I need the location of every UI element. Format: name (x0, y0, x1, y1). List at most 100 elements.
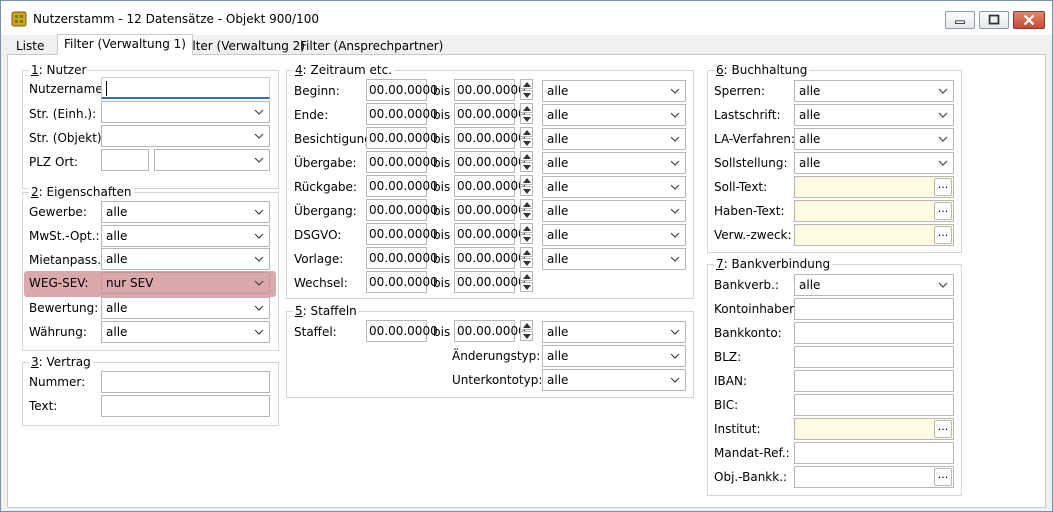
spin-up-button[interactable] (520, 247, 533, 257)
ende-to-date[interactable]: 00.00.0000 (454, 103, 526, 125)
besichtigung-spinner[interactable] (520, 127, 533, 149)
staffel-from-date[interactable]: 00.00.0000 (366, 320, 438, 342)
besichtigung-combo[interactable]: alle (542, 128, 686, 150)
bankkonto-input[interactable] (794, 322, 954, 344)
vorlage-from-date[interactable]: 00.00.0000 (366, 247, 438, 269)
beginn-to-date[interactable]: 00.00.0000 (454, 79, 526, 101)
beginn-combo[interactable]: alle (542, 80, 686, 102)
rueckgabe-from-date[interactable]: 00.00.0000 (366, 175, 438, 197)
institut-browse-button[interactable]: ... (934, 420, 952, 438)
spin-down-button[interactable] (520, 258, 533, 268)
weg-sev-combo[interactable]: nur SEV (101, 272, 270, 294)
besichtigung-from-date[interactable]: 00.00.0000 (366, 127, 438, 149)
unterkontotyp-combo[interactable]: alle (542, 369, 686, 391)
bewertung-combo[interactable]: alle (101, 297, 270, 319)
mandat-ref-input[interactable] (794, 442, 954, 464)
ende-from-date[interactable]: 00.00.0000 (366, 103, 438, 125)
wechsel-to-date[interactable]: 00.00.0000 (454, 271, 526, 293)
beginn-spinner[interactable] (520, 79, 533, 101)
nummer-input[interactable] (101, 371, 270, 393)
spin-up-button[interactable] (520, 79, 533, 89)
title-bar[interactable]: Nutzerstamm - 12 Datensätze - Objekt 900… (1, 1, 1052, 35)
spin-down-button[interactable] (520, 162, 533, 172)
nutzername-input[interactable] (101, 77, 270, 99)
spin-down-button[interactable] (520, 186, 533, 196)
sperren-combo[interactable]: alle (794, 80, 954, 102)
dsgvo-combo[interactable]: alle (542, 224, 686, 246)
spin-down-button[interactable] (520, 90, 533, 100)
spin-down-button[interactable] (520, 114, 533, 124)
obj-bankk-browse-button[interactable]: ... (934, 468, 952, 486)
spin-down-button[interactable] (520, 331, 533, 341)
spin-up-button[interactable] (520, 320, 533, 330)
uebergang-to-date[interactable]: 00.00.0000 (454, 199, 526, 221)
la-verfahren-combo[interactable]: alle (794, 128, 954, 150)
wechsel-from-date[interactable]: 00.00.0000 (366, 271, 438, 293)
rueckgabe-combo[interactable]: alle (542, 176, 686, 198)
institut-input[interactable] (794, 418, 954, 440)
gewerbe-combo[interactable]: alle (101, 201, 270, 223)
spin-down-button[interactable] (520, 210, 533, 220)
spin-down-button[interactable] (520, 234, 533, 244)
lastschrift-combo[interactable]: alle (794, 104, 954, 126)
aenderungstyp-combo[interactable]: alle (542, 345, 686, 367)
spin-up-button[interactable] (520, 127, 533, 137)
haben-text-input[interactable] (794, 200, 954, 222)
maximize-button[interactable] (979, 11, 1009, 29)
vorlage-combo[interactable]: alle (542, 248, 686, 270)
staffel-to-date[interactable]: 00.00.0000 (454, 320, 526, 342)
ende-combo[interactable]: alle (542, 104, 686, 126)
haben-text-browse-button[interactable]: ... (934, 202, 952, 220)
text-input[interactable] (101, 395, 270, 417)
spin-up-button[interactable] (520, 271, 533, 281)
spin-up-button[interactable] (520, 151, 533, 161)
ort-combo[interactable] (154, 149, 270, 171)
uebergabe-from-date[interactable]: 00.00.0000 (366, 151, 438, 173)
tab-filter-verwaltung-1[interactable]: Filter (Verwaltung 1) (57, 34, 193, 55)
soll-text-input[interactable] (794, 176, 954, 198)
bic-input[interactable] (794, 394, 954, 416)
staffel-spinner[interactable] (520, 320, 533, 342)
dsgvo-to-date[interactable]: 00.00.0000 (454, 223, 526, 245)
spin-up-button[interactable] (520, 223, 533, 233)
str-einh-combo[interactable] (101, 101, 270, 123)
besichtigung-to-date[interactable]: 00.00.0000 (454, 127, 526, 149)
uebergabe-to-date[interactable]: 00.00.0000 (454, 151, 526, 173)
str-objekt-combo[interactable] (101, 125, 270, 147)
bankverb-combo[interactable]: alle (794, 274, 954, 296)
beginn-from-date[interactable]: 00.00.0000 (366, 79, 438, 101)
uebergang-combo[interactable]: alle (542, 200, 686, 222)
mwst-opt-combo[interactable]: alle (101, 225, 270, 247)
spin-up-button[interactable] (520, 103, 533, 113)
verw-zweck-browse-button[interactable]: ... (934, 226, 952, 244)
tab-filter-ansprechpartner[interactable]: Filter (Ansprechpartner) (293, 36, 450, 55)
dsgvo-from-date[interactable]: 00.00.0000 (366, 223, 438, 245)
sollstellung-combo[interactable]: alle (794, 152, 954, 174)
spin-down-button[interactable] (520, 282, 533, 292)
rueckgabe-spinner[interactable] (520, 175, 533, 197)
uebergang-from-date[interactable]: 00.00.0000 (366, 199, 438, 221)
kontoinhaber-input[interactable] (794, 298, 954, 320)
verw-zweck-input[interactable] (794, 224, 954, 246)
dsgvo-spinner[interactable] (520, 223, 533, 245)
wechsel-spinner[interactable] (520, 271, 533, 293)
spin-down-button[interactable] (520, 138, 533, 148)
close-button[interactable] (1013, 11, 1045, 29)
tab-filter-verwaltung-2[interactable]: Filter (Verwaltung 2) (176, 36, 312, 55)
vorlage-to-date[interactable]: 00.00.0000 (454, 247, 526, 269)
rueckgabe-to-date[interactable]: 00.00.0000 (454, 175, 526, 197)
uebergabe-spinner[interactable] (520, 151, 533, 173)
mietanpass-combo[interactable]: alle (101, 248, 270, 270)
waehrung-combo[interactable]: alle (101, 321, 270, 343)
spin-up-button[interactable] (520, 199, 533, 209)
iban-input[interactable] (794, 370, 954, 392)
uebergabe-combo[interactable]: alle (542, 152, 686, 174)
minimize-button[interactable] (945, 11, 975, 29)
obj-bankk-input[interactable] (794, 466, 954, 488)
soll-text-browse-button[interactable]: ... (934, 178, 952, 196)
spin-up-button[interactable] (520, 175, 533, 185)
blz-input[interactable] (794, 346, 954, 368)
vorlage-spinner[interactable] (520, 247, 533, 269)
uebergang-spinner[interactable] (520, 199, 533, 221)
tab-liste[interactable]: Liste (9, 36, 51, 55)
